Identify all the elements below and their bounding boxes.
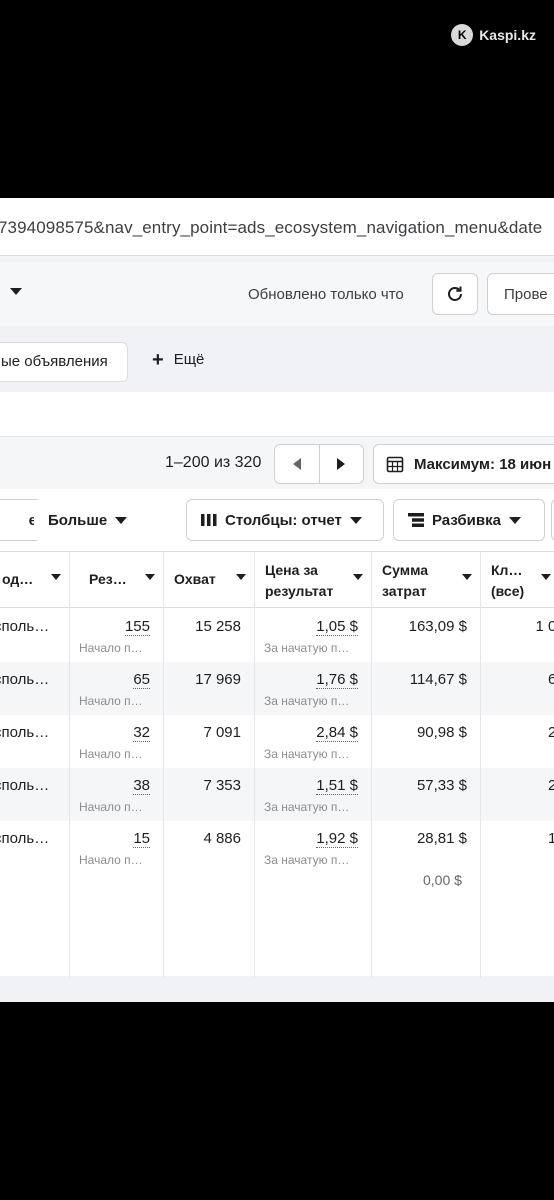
tab-more-label: Ещё <box>173 351 205 368</box>
chevron-right-icon <box>337 458 346 470</box>
column-reach: Охват <box>164 552 255 978</box>
column-header-name[interactable]: од… <box>0 552 69 608</box>
header-cpr-label: Цена за результат <box>265 562 334 599</box>
header-clicks-label: Кл… (все) <box>491 562 525 599</box>
refresh-icon <box>448 286 462 301</box>
columns-label: Столбцы: отчет <box>225 511 342 529</box>
column-header-results[interactable]: Рез… <box>70 552 163 608</box>
pager-buttons <box>274 444 364 484</box>
account-dropdown-chevron-icon[interactable] <box>10 288 22 295</box>
more-button[interactable]: Больше <box>34 499 142 541</box>
plus-icon: + <box>152 348 164 371</box>
chevron-down-icon <box>115 516 128 524</box>
next-page-button[interactable] <box>318 445 364 483</box>
breakdown-button[interactable]: Разбивка <box>393 499 545 541</box>
toolbar: Обновлено только что Прове <box>0 262 554 326</box>
column-header-clicks[interactable]: Кл… (все) <box>481 552 554 608</box>
pager-count: 1–200 из 320 <box>165 454 262 471</box>
column-name: од… <box>0 552 70 978</box>
header-name-label: од… <box>2 571 34 587</box>
column-cpr: Цена за результат <box>255 552 372 978</box>
chevron-down-icon <box>145 574 155 580</box>
url-text[interactable]: 7394098575&nav_entry_point=ads_ecosystem… <box>0 218 542 238</box>
chevron-down-icon <box>462 574 472 580</box>
chevron-down-icon <box>349 516 362 524</box>
date-range-button[interactable]: Максимум: 18 июн <box>373 444 554 484</box>
results-table: споль…155Начало п…15 2581,05 $За начатую… <box>0 551 554 978</box>
spacer-band <box>0 392 554 440</box>
calendar-icon <box>386 456 404 473</box>
chevron-down-icon <box>51 574 61 580</box>
watermark-text: Kaspi.kz <box>479 27 536 43</box>
tabs-bar: ые объявления + Ещё <box>0 326 554 392</box>
more-label: Больше <box>48 511 108 529</box>
breakdown-label: Разбивка <box>432 511 501 529</box>
kaspi-logo-icon: K <box>451 24 474 46</box>
chevron-down-icon <box>541 574 551 580</box>
address-bar[interactable]: 7394098575&nav_entry_point=ads_ecosystem… <box>0 198 554 256</box>
refresh-button[interactable] <box>432 273 478 315</box>
watermark: K Kaspi.kz <box>451 24 536 46</box>
header-spend-label: Сумма затрат <box>382 562 429 599</box>
chevron-down-icon <box>236 574 246 580</box>
column-header-cpr[interactable]: Цена за результат <box>255 552 371 608</box>
column-header-reach[interactable]: Охват <box>164 552 254 608</box>
tab-ads[interactable]: ые объявления <box>0 342 128 382</box>
pager-row: 1–200 из 320 Максимум: 18 июн <box>0 437 554 489</box>
chevron-down-icon <box>508 516 521 524</box>
screen: 7394098575&nav_entry_point=ads_ecosystem… <box>0 198 554 1002</box>
column-header-spend[interactable]: Сумма затрат <box>372 552 480 608</box>
date-range-label: Максимум: 18 июн <box>414 455 552 473</box>
header-reach-label: Охват <box>174 571 216 587</box>
review-button[interactable]: Прове <box>487 273 554 315</box>
filter-row: е Больше Столбцы: отчет Разбивка <box>0 489 554 551</box>
columns-button[interactable]: Столбцы: отчет <box>186 499 384 541</box>
column-spend: Сумма затрат <box>372 552 481 978</box>
columns-icon <box>201 514 217 526</box>
chevron-down-icon <box>353 574 363 580</box>
tab-more-button[interactable]: + Ещё <box>152 348 205 371</box>
column-clicks: Кл… (все) <box>481 552 554 978</box>
updated-status: Обновлено только что <box>248 286 404 303</box>
results-panel: 1–200 из 320 Максимум: 18 июн е Больше С… <box>0 436 554 978</box>
header-results-label: Рез… <box>89 571 127 587</box>
breakdown-icon <box>408 513 424 527</box>
prev-page-button[interactable] <box>275 445 319 483</box>
column-results: Рез… <box>70 552 164 978</box>
chevron-left-icon <box>292 458 301 470</box>
